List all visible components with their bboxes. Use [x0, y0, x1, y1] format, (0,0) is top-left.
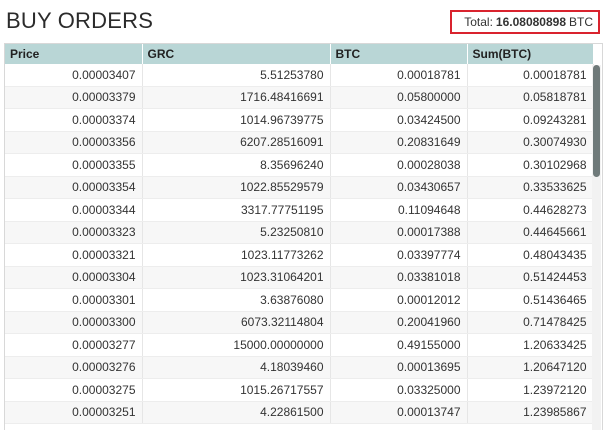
sum-btc-cell: 0.44645661 — [467, 221, 594, 244]
sum-btc-cell: 0.48043435 — [467, 243, 594, 267]
btc-cell: 0.20831649 — [330, 131, 468, 154]
column-header-price[interactable]: Price — [5, 44, 143, 64]
table-row[interactable]: 0.00003407 5.51253780 0.00018781 0.00018781 — [5, 64, 594, 87]
sum-btc-cell: 0.33533625 — [467, 176, 594, 199]
btc-cell: 0.03397774 — [330, 243, 468, 267]
btc-cell: 0.03325000 — [330, 378, 468, 402]
price-cell: 0.00003379 — [5, 86, 143, 109]
scrollbar-thumb[interactable] — [593, 65, 600, 177]
grc-cell: 1014.96739775 — [142, 108, 331, 132]
btc-cell: 0.00012012 — [330, 288, 468, 312]
table-row[interactable]: 0.00003304 1023.31064201 0.03381018 0.51424… — [5, 266, 594, 289]
table-row[interactable]: 0.00003300 6073.32114804 0.20041960 0.71478… — [5, 311, 594, 334]
sum-btc-cell: 1.23985867 — [467, 401, 594, 424]
grc-cell: 4.22861500 — [142, 401, 331, 424]
price-cell: 0.00003300 — [5, 311, 143, 334]
sum-btc-cell: 0.05818781 — [467, 86, 594, 109]
grc-cell: 1023.11773262 — [142, 243, 331, 267]
price-cell: 0.00003276 — [5, 356, 143, 379]
btc-cell: 0.00028038 — [330, 153, 468, 177]
table-row[interactable]: 0.00003355 8.35696240 0.00028038 0.30102968 — [5, 153, 594, 177]
table-row[interactable]: 0.00003321 1023.11773262 0.03397774 0.48043… — [5, 243, 594, 267]
btc-cell: 0.03381018 — [330, 266, 468, 289]
grc-cell: 1015.26717557 — [142, 378, 331, 402]
grc-cell: 3317.77751195 — [142, 198, 331, 222]
sum-btc-cell: 1.23972120 — [467, 378, 594, 402]
sum-btc-cell: 0.30074930 — [467, 131, 594, 154]
sum-btc-cell: 0.71478425 — [467, 311, 594, 334]
grc-cell: 6073.32114804 — [142, 311, 331, 334]
price-cell: 0.00003277 — [5, 333, 143, 357]
grc-cell: 6207.28516091 — [142, 131, 331, 154]
vertical-scrollbar[interactable] — [592, 65, 601, 430]
table-row[interactable]: 0.00003301 3.63876080 0.00012012 0.51436465 — [5, 288, 594, 312]
btc-cell: 0.00013695 — [330, 356, 468, 379]
total-label: Total: — [464, 15, 493, 29]
sum-btc-cell: 0.51424453 — [467, 266, 594, 289]
grc-cell: 4.18039460 — [142, 356, 331, 379]
price-cell: 0.00003407 — [5, 64, 143, 87]
grc-cell: 1023.31064201 — [142, 266, 331, 289]
total-value: 16.08080898 — [495, 15, 566, 29]
grc-cell: 5.51253780 — [142, 64, 331, 87]
sum-btc-cell: 1.20647120 — [467, 356, 594, 379]
page-title: BUY ORDERS — [6, 8, 154, 33]
price-cell: 0.00003374 — [5, 108, 143, 132]
sum-btc-cell: 0.44628273 — [467, 198, 594, 222]
table-row[interactable]: 0.00003251 4.22861500 0.00013747 1.23985867 — [5, 401, 594, 424]
btc-cell: 0.03430657 — [330, 176, 468, 199]
table-row[interactable]: 0.00003379 1716.48416691 0.05800000 0.05818… — [5, 86, 594, 109]
btc-cell: 0.20041960 — [330, 311, 468, 334]
price-cell: 0.00003321 — [5, 243, 143, 267]
column-header-sum-btc[interactable]: Sum(BTC) — [467, 44, 594, 64]
grc-cell: 1716.48416691 — [142, 86, 331, 109]
grc-cell: 15000.00000000 — [142, 333, 331, 357]
btc-cell: 0.49155000 — [330, 333, 468, 357]
price-cell: 0.00003301 — [5, 288, 143, 312]
sum-btc-cell: 0.09243281 — [467, 108, 594, 132]
price-cell: 0.00003323 — [5, 221, 143, 244]
total-summary: Total: 16.08080898 BTC — [450, 10, 600, 34]
sum-btc-cell: 0.30102968 — [467, 153, 594, 177]
price-cell: 0.00003251 — [5, 401, 143, 424]
sum-btc-cell: 0.00018781 — [467, 64, 594, 87]
btc-cell: 0.03424500 — [330, 108, 468, 132]
price-cell: 0.00003356 — [5, 131, 143, 154]
header-row: Price GRC BTC Sum(BTC) — [5, 44, 594, 64]
sum-btc-cell: 0.51436465 — [467, 288, 594, 312]
table-row[interactable]: 0.00003323 5.23250810 0.00017388 0.44645661 — [5, 221, 594, 244]
buy-orders-table[interactable]: Price GRC BTC Sum(BTC) 0.00003407 5.51253… — [4, 43, 603, 430]
grc-cell: 1022.85529579 — [142, 176, 331, 199]
column-header-btc[interactable]: BTC — [330, 44, 468, 64]
btc-cell: 0.05800000 — [330, 86, 468, 109]
price-cell: 0.00003354 — [5, 176, 143, 199]
table-row[interactable]: 0.00003374 1014.96739775 0.03424500 0.09243… — [5, 108, 594, 132]
grc-cell: 3.63876080 — [142, 288, 331, 312]
btc-cell: 0.00013747 — [330, 401, 468, 424]
btc-cell: 0.11094648 — [330, 198, 468, 222]
orders-table: Price GRC BTC Sum(BTC) 0.00003407 5.51253… — [5, 44, 594, 424]
table-row[interactable]: 0.00003344 3317.77751195 0.11094648 0.44628… — [5, 198, 594, 222]
table-row[interactable]: 0.00003277 15000.00000000 0.49155000 1.2063… — [5, 333, 594, 357]
column-header-grc[interactable]: GRC — [142, 44, 331, 64]
price-cell: 0.00003275 — [5, 378, 143, 402]
table-row[interactable]: 0.00003276 4.18039460 0.00013695 1.20647120 — [5, 356, 594, 379]
grc-cell: 8.35696240 — [142, 153, 331, 177]
grc-cell: 5.23250810 — [142, 221, 331, 244]
price-cell: 0.00003304 — [5, 266, 143, 289]
table-row[interactable]: 0.00003275 1015.26717557 0.03325000 1.23972… — [5, 378, 594, 402]
sum-btc-cell: 1.20633425 — [467, 333, 594, 357]
price-cell: 0.00003344 — [5, 198, 143, 222]
table-row[interactable]: 0.00003354 1022.85529579 0.03430657 0.33533… — [5, 176, 594, 199]
total-unit: BTC — [569, 15, 593, 29]
table-row[interactable]: 0.00003356 6207.28516091 0.20831649 0.30074… — [5, 131, 594, 154]
price-cell: 0.00003355 — [5, 153, 143, 177]
btc-cell: 0.00017388 — [330, 221, 468, 244]
btc-cell: 0.00018781 — [330, 64, 468, 87]
